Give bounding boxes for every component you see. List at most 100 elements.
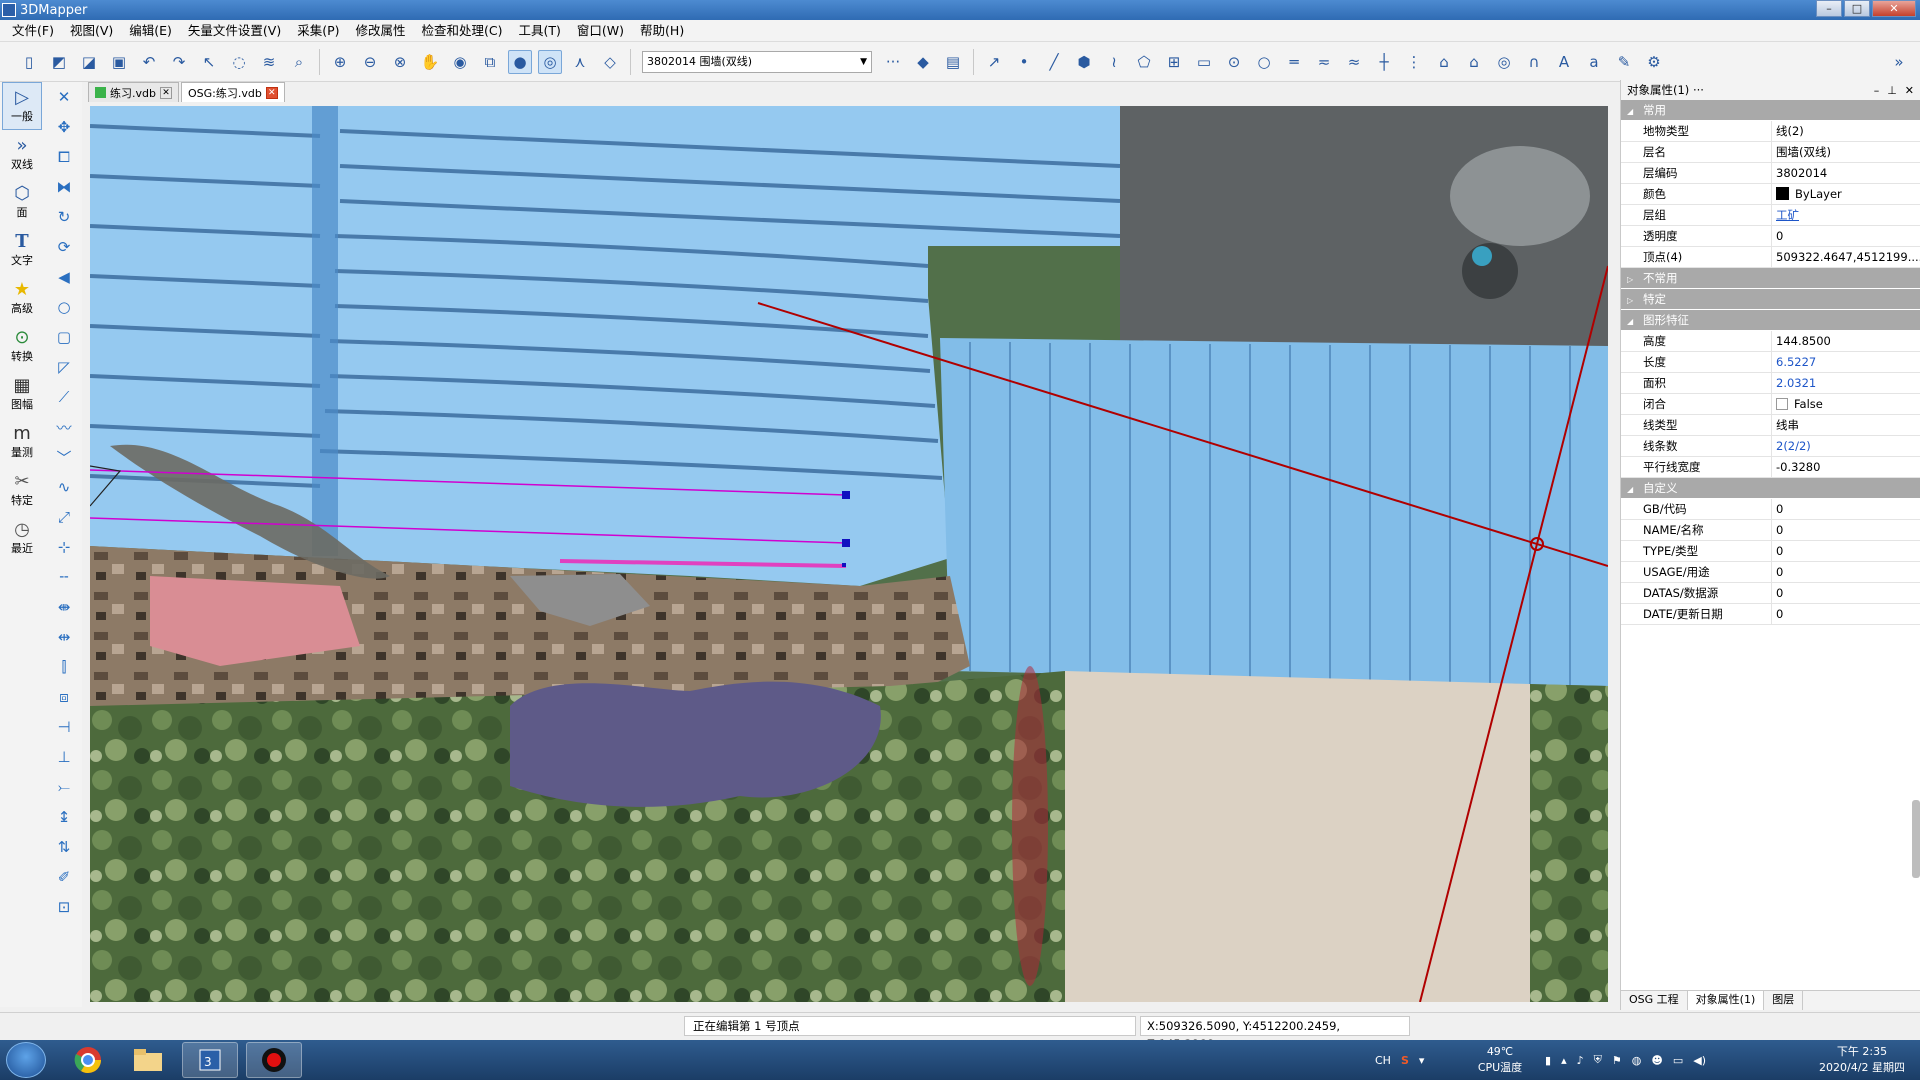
point-icon[interactable]: • xyxy=(1012,50,1036,74)
break-icon[interactable]: ⊹ xyxy=(50,532,78,562)
property-value[interactable]: False xyxy=(1772,394,1920,414)
split-line-icon[interactable]: ⊣ xyxy=(50,712,78,742)
tray-expand-icon[interactable]: ▴ xyxy=(1561,1054,1567,1067)
new-file-icon[interactable]: ▯ xyxy=(17,50,41,74)
menu-modify-attributes[interactable]: 修改属性 xyxy=(348,20,414,42)
delete-icon[interactable]: ✕ xyxy=(50,82,78,112)
rotate-copy-icon[interactable]: ⟳ xyxy=(50,232,78,262)
frame-icon[interactable]: ⊡ xyxy=(50,892,78,922)
undo-icon[interactable]: ↶ xyxy=(137,50,161,74)
more-layers-button[interactable]: ··· xyxy=(881,50,905,74)
property-value[interactable]: 3802014 xyxy=(1772,163,1920,183)
property-row[interactable]: 长度 6.5227 xyxy=(1621,352,1920,373)
diamond-icon[interactable]: ◆ xyxy=(911,50,935,74)
node-edit-icon[interactable]: ⟋ xyxy=(50,382,78,412)
property-value[interactable]: 144.8500 xyxy=(1772,331,1920,351)
property-row[interactable]: 平行线宽度 -0.3280 xyxy=(1621,457,1920,478)
property-row[interactable]: 高度 144.8500 xyxy=(1621,331,1920,352)
input-language-indicator[interactable]: CH xyxy=(1375,1054,1391,1067)
smooth-icon[interactable]: 〰 xyxy=(50,412,78,442)
panel-scrollbar[interactable] xyxy=(1912,800,1920,878)
closed-checkbox[interactable] xyxy=(1776,398,1788,410)
property-row[interactable]: 闭合 False xyxy=(1621,394,1920,415)
tab-layers[interactable]: 图层 xyxy=(1764,991,1804,1010)
maximize-button[interactable]: □ xyxy=(1844,0,1870,17)
view-2d-icon[interactable]: ● xyxy=(508,49,532,74)
brush-icon[interactable]: ✐ xyxy=(50,862,78,892)
toolbar-overflow-button[interactable]: » xyxy=(1887,50,1911,74)
property-row[interactable]: 面积 2.0321 xyxy=(1621,373,1920,394)
property-row[interactable]: DATE/更新日期 0 xyxy=(1621,604,1920,625)
start-button[interactable] xyxy=(6,1042,46,1078)
property-section-header[interactable]: ▷ 特定 xyxy=(1621,289,1920,310)
dot-grid-icon[interactable]: ⋮ xyxy=(1402,50,1426,74)
settings-gear-icon[interactable]: ⚙ xyxy=(1642,50,1666,74)
minimize-button[interactable]: – xyxy=(1816,0,1842,17)
property-value[interactable]: 0 xyxy=(1772,226,1920,246)
align-icon[interactable]: ⫿ xyxy=(50,652,78,682)
tool-double-line[interactable]: » 双线 xyxy=(2,130,42,178)
pentagon-icon[interactable]: ⬠ xyxy=(1132,50,1156,74)
property-value[interactable]: 2.0321 xyxy=(1772,373,1920,393)
property-row[interactable]: DATAS/数据源 0 xyxy=(1621,583,1920,604)
curve-icon[interactable]: ≀ xyxy=(1102,50,1126,74)
property-row[interactable]: 层名 围墙(双线) xyxy=(1621,142,1920,163)
mirror-icon[interactable]: ⧓ xyxy=(50,172,78,202)
property-section-header[interactable]: ◢ 常用 xyxy=(1621,100,1920,121)
redo-icon[interactable]: ↷ xyxy=(167,50,191,74)
circle-icon[interactable]: ○ xyxy=(1252,50,1276,74)
tool-text[interactable]: T 文字 xyxy=(2,226,42,274)
annotation-ab-icon[interactable]: A xyxy=(1552,50,1576,74)
flag-icon[interactable]: ⚑ xyxy=(1612,1054,1622,1067)
property-section-header[interactable]: ◢ 图形特征 xyxy=(1621,310,1920,331)
spline-icon[interactable]: ∿ xyxy=(50,472,78,502)
contour-icon[interactable]: ◎ xyxy=(1492,50,1516,74)
split-icon[interactable]: ⊞ xyxy=(1162,50,1186,74)
property-row[interactable]: 颜色 ByLayer xyxy=(1621,184,1920,205)
house-icon[interactable]: ⌂ xyxy=(1432,50,1456,74)
property-section-header[interactable]: ◢ 自定义 xyxy=(1621,478,1920,499)
zoom-in-icon[interactable]: ⊕ xyxy=(328,50,352,74)
osg-3d-viewport[interactable] xyxy=(90,106,1608,1002)
property-value[interactable]: 线串 xyxy=(1772,415,1920,435)
menu-help[interactable]: 帮助(H) xyxy=(632,20,692,42)
join-icon[interactable]: ⇼ xyxy=(50,592,78,622)
property-value[interactable]: 0 xyxy=(1772,583,1920,603)
ime-options-icon[interactable]: ▾ xyxy=(1419,1054,1425,1067)
layer-select[interactable]: 3802014 围墙(双线) ▼ xyxy=(642,50,872,73)
property-value[interactable]: ByLayer xyxy=(1772,184,1920,204)
menu-view[interactable]: 视图(V) xyxy=(62,20,121,42)
property-row[interactable]: 层组 工矿 xyxy=(1621,205,1920,226)
tab-osg-project[interactable]: OSG 工程 xyxy=(1621,991,1688,1010)
full-extent-icon[interactable]: ⧉ xyxy=(478,50,502,74)
app-tray-icon[interactable]: ☻ xyxy=(1651,1054,1662,1067)
zoom-window-icon[interactable]: ⊗ xyxy=(388,50,412,74)
property-value[interactable]: -0.3280 xyxy=(1772,457,1920,477)
property-row[interactable]: USAGE/用途 0 xyxy=(1621,562,1920,583)
scene-canvas[interactable] xyxy=(90,106,1608,1002)
property-row[interactable]: TYPE/类型 0 xyxy=(1621,541,1920,562)
tool-specific[interactable]: ✂ 特定 xyxy=(2,466,42,514)
chart-line-icon[interactable]: ⤢ xyxy=(50,502,78,532)
tool-map-sheet[interactable]: ▦ 图幅 xyxy=(2,370,42,418)
property-row[interactable]: 层编码 3802014 xyxy=(1621,163,1920,184)
chrome-taskbar-icon[interactable] xyxy=(60,1042,116,1078)
add-node-icon[interactable]: ┼ xyxy=(1372,50,1396,74)
panel-more-button[interactable]: ··· xyxy=(1693,83,1704,97)
property-row[interactable]: 透明度 0 xyxy=(1621,226,1920,247)
property-row[interactable]: NAME/名称 0 xyxy=(1621,520,1920,541)
tool-measure[interactable]: ⅿ 量测 xyxy=(2,418,42,466)
open-project-icon[interactable]: ◪ xyxy=(77,50,101,74)
panel-minimize-icon[interactable]: – xyxy=(1874,84,1880,97)
property-section-header[interactable]: ▷ 不常用 xyxy=(1621,268,1920,289)
panel-pin-icon[interactable]: ⊥ xyxy=(1887,84,1897,97)
direction-icon[interactable]: ◇ xyxy=(598,50,622,74)
system-clock[interactable]: 下午 2:35 2020/4/2 星期四 xyxy=(1810,1044,1914,1076)
offset-line-icon[interactable]: ≂ xyxy=(1312,50,1336,74)
security-shield-icon[interactable]: ⛨ xyxy=(1594,1053,1602,1067)
search-icon[interactable]: ⌕ xyxy=(287,50,311,74)
menu-check-process[interactable]: 检查和处理(C) xyxy=(414,20,511,42)
sogou-ime-icon[interactable]: S xyxy=(1401,1054,1409,1067)
network-icon[interactable]: ◍ xyxy=(1632,1054,1642,1067)
tab-object-properties[interactable]: 对象属性(1) xyxy=(1687,991,1765,1010)
